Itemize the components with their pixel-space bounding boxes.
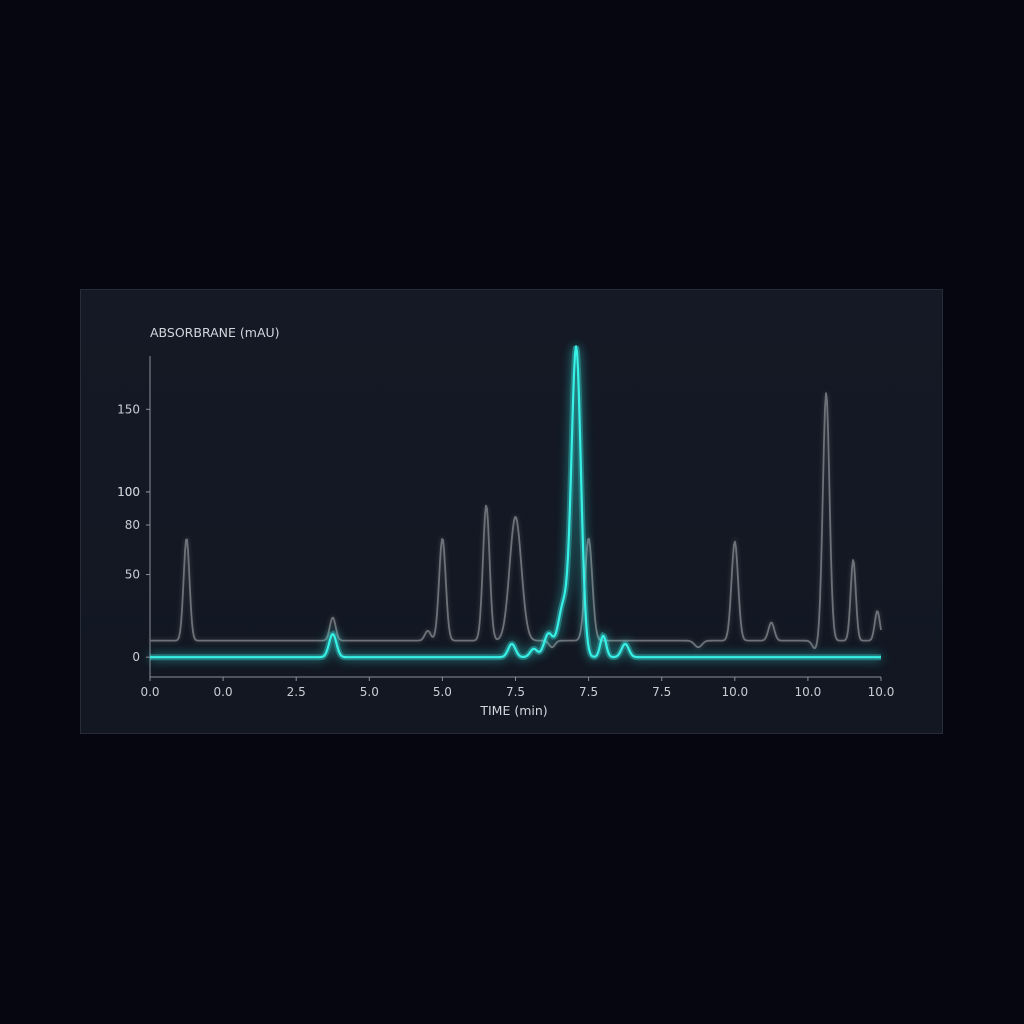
x-tick-label: 7.5 bbox=[579, 685, 598, 699]
x-tick-label: 0.0 bbox=[214, 685, 233, 699]
chromatogram-chart: 050801001001500.0 0.0 2.5 5.0 5.0 7.5 7.5 7.5 10… bbox=[117, 325, 895, 718]
x-tick-label: 10.0 bbox=[721, 685, 748, 699]
x-axis-title: TIME (min) bbox=[479, 703, 547, 718]
y-tick-label: 100 bbox=[117, 485, 140, 499]
y-axis-title: ABSORBRANE (mAU) bbox=[150, 325, 280, 340]
reference-series-glow bbox=[150, 392, 883, 650]
x-tick-label: 5.0 bbox=[360, 685, 379, 699]
series-layer bbox=[149, 345, 883, 661]
chart-page: 0 50 80 100 100 150 0.0 0.0 2.5 5.0 5.0 7.5 7.5 7.5 10… bbox=[0, 0, 1024, 1024]
highlight-series-glow bbox=[150, 345, 881, 661]
y-tick-label: 0 bbox=[132, 650, 140, 664]
x-tick-label: 0.0 bbox=[140, 685, 159, 699]
x-tick-label: 7.5 bbox=[652, 685, 671, 699]
x-tick-label: 10.0 bbox=[795, 685, 822, 699]
x-tick-label: 7.5 bbox=[506, 685, 525, 699]
y-tick-label: 80 bbox=[125, 518, 140, 532]
y-tick-label: 150 bbox=[117, 402, 140, 416]
highlight-series-line bbox=[149, 345, 882, 659]
x-tick-label: 2.5 bbox=[287, 685, 306, 699]
x-tick-label: 5.0 bbox=[433, 685, 452, 699]
y-tick-label: 50 bbox=[125, 568, 140, 582]
x-tick-label: 10.0 bbox=[868, 685, 895, 699]
